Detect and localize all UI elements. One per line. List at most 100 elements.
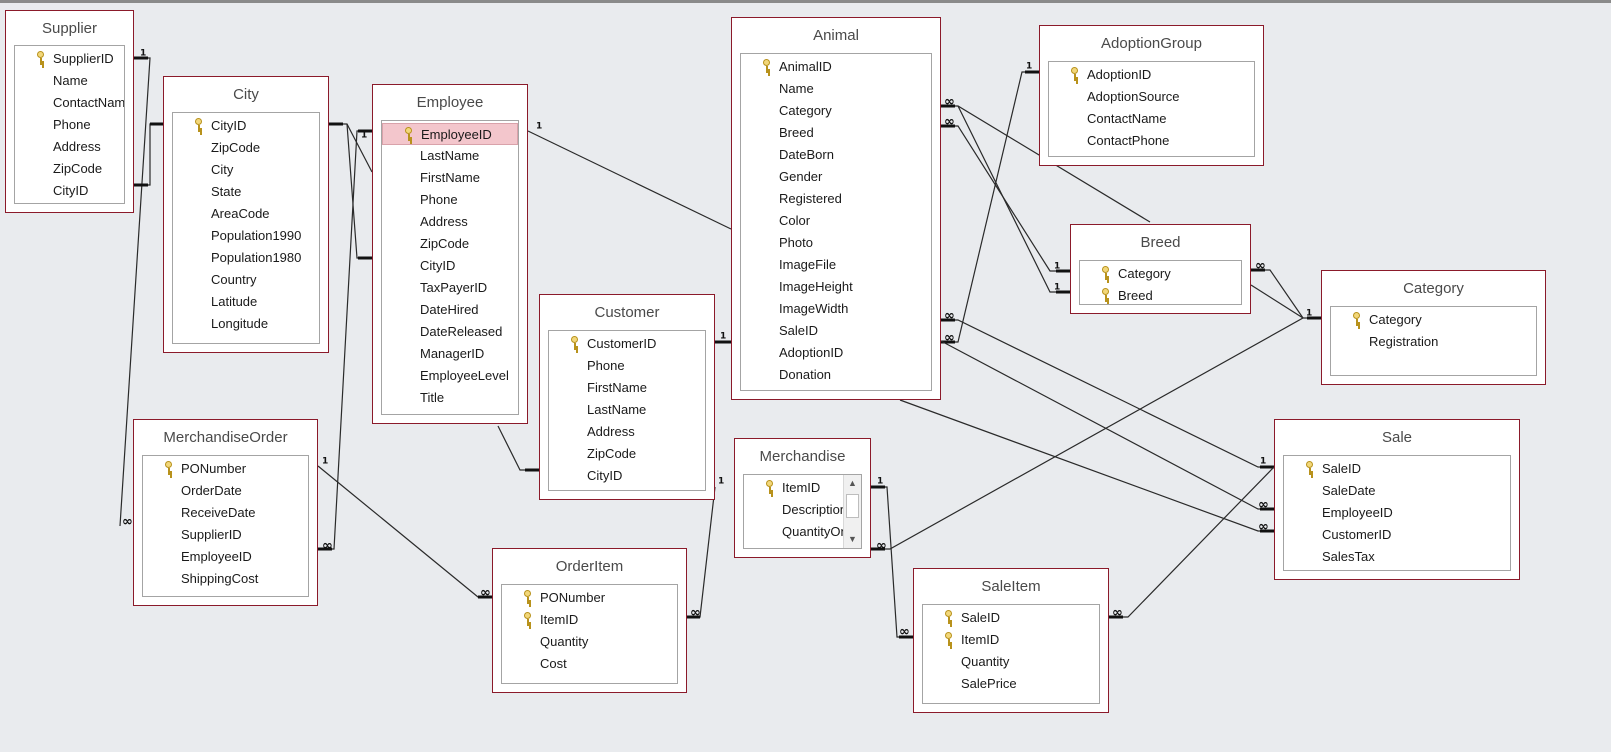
field-list[interactable]: SaleID SaleDate EmployeeID CustomerID SalesT… <box>1283 455 1511 571</box>
field-row[interactable]: SaleID <box>741 320 931 342</box>
table-title[interactable]: Customer <box>540 304 714 321</box>
field-list[interactable]: PONumber ItemID Quantity Cost <box>501 584 678 684</box>
table-title[interactable]: Merchandise <box>735 448 870 465</box>
field-list[interactable]: SupplierID Name ContactName Phone Address Zip… <box>14 45 125 204</box>
field-row[interactable]: EmployeeID <box>1284 502 1510 524</box>
field-row[interactable]: Registered <box>741 188 931 210</box>
field-row[interactable]: Population1980 <box>173 247 319 269</box>
field-row[interactable]: CityID <box>549 465 705 487</box>
table-title[interactable]: Animal <box>732 27 940 44</box>
field-row[interactable]: EmployeeID <box>143 546 308 568</box>
table-title[interactable]: Supplier <box>6 20 133 37</box>
field-row[interactable]: TaxPayerID <box>382 277 518 299</box>
field-list[interactable]: AdoptionID AdoptionSource ContactName Conta… <box>1048 61 1255 157</box>
relationship-line[interactable] <box>317 465 492 598</box>
field-row[interactable]: CityID <box>382 255 518 277</box>
table-category[interactable]: Category Category Registration <box>1321 270 1546 385</box>
table-merchandise-order[interactable]: MerchandiseOrder PONumber OrderDate Receive… <box>133 419 318 606</box>
relationship-line[interactable] <box>941 319 1274 468</box>
field-row[interactable]: SaleID <box>1284 458 1510 480</box>
field-row[interactable]: PONumber <box>502 587 677 609</box>
field-row[interactable]: ListPrice <box>744 543 844 548</box>
field-row[interactable]: Photo <box>741 232 931 254</box>
field-row[interactable]: ShippingCost <box>143 568 308 590</box>
field-row[interactable]: Phone <box>382 189 518 211</box>
field-row[interactable]: SupplierID <box>143 524 308 546</box>
field-row[interactable]: Country <box>173 269 319 291</box>
field-row[interactable]: QuantityOnHand <box>744 521 861 543</box>
table-employee[interactable]: Employee EmployeeID LastName FirstName Phone… <box>372 84 528 424</box>
field-row[interactable]: Description <box>744 499 847 521</box>
field-row[interactable]: AdoptionID <box>1049 64 1254 86</box>
field-row[interactable]: Phone <box>15 114 124 136</box>
field-list[interactable]: PONumber OrderDate ReceiveDate SupplierID Em… <box>142 455 309 597</box>
relationship-line[interactable] <box>1251 269 1304 319</box>
field-row[interactable]: DateReleased <box>382 321 518 343</box>
field-row[interactable]: ZipCode <box>173 137 319 159</box>
field-row[interactable]: CityID <box>173 115 319 137</box>
field-row[interactable]: Title <box>382 387 518 409</box>
field-row[interactable]: EmployeeLevel <box>382 365 518 387</box>
scroll-down-icon[interactable]: ▼ <box>844 531 861 548</box>
field-list[interactable]: ItemID Description QuantityOnHandListPrice… <box>743 474 862 549</box>
table-title[interactable]: AdoptionGroup <box>1040 35 1263 52</box>
field-row[interactable]: ItemID <box>502 609 677 631</box>
field-row[interactable]: SaleID <box>923 607 1099 629</box>
field-row[interactable]: Address <box>549 421 705 443</box>
field-row[interactable]: ZipCode <box>15 158 124 180</box>
field-row[interactable]: CustomerID <box>549 333 705 355</box>
table-animal[interactable]: Animal AnimalID Name Category Breed DateBorn G… <box>731 17 941 400</box>
relationship-line[interactable] <box>1109 466 1275 618</box>
field-list[interactable]: CityID ZipCode City State AreaCode Population… <box>172 112 320 344</box>
field-row[interactable]: Gender <box>741 166 931 188</box>
field-row[interactable]: Breed <box>741 122 931 144</box>
field-row[interactable]: City <box>173 159 319 181</box>
field-row[interactable]: Name <box>741 78 931 100</box>
relationship-line[interactable] <box>941 71 1039 343</box>
field-row[interactable]: Cost <box>502 653 677 675</box>
field-row[interactable]: Population1990 <box>173 225 319 247</box>
field-row[interactable]: Name <box>15 70 124 92</box>
field-row[interactable]: Category <box>741 100 931 122</box>
table-breed[interactable]: Breed Category Breed <box>1070 224 1251 314</box>
vertical-scrollbar[interactable]: ▲ ▼ <box>843 475 861 548</box>
table-title[interactable]: SaleItem <box>914 578 1108 595</box>
field-row[interactable]: SalePrice <box>923 673 1099 695</box>
table-title[interactable]: Category <box>1322 280 1545 297</box>
field-row[interactable]: ItemID <box>923 629 1099 651</box>
field-row[interactable]: ContactName <box>1049 108 1254 130</box>
field-row[interactable]: ContactName <box>15 92 124 114</box>
table-title[interactable]: City <box>164 86 328 103</box>
field-row[interactable]: ManagerID <box>382 343 518 365</box>
field-row[interactable]: Quantity <box>923 651 1099 673</box>
field-row[interactable]: FirstName <box>382 167 518 189</box>
field-list[interactable]: CustomerID Phone FirstName LastName Address Z… <box>548 330 706 491</box>
field-row[interactable]: Category <box>1080 263 1241 285</box>
relationship-line[interactable] <box>871 486 913 638</box>
field-row[interactable]: Category <box>1331 309 1536 331</box>
table-customer[interactable]: Customer CustomerID Phone FirstName LastName… <box>539 294 715 500</box>
field-list[interactable]: Category Breed <box>1079 260 1242 305</box>
field-row[interactable]: Donation <box>741 364 931 386</box>
field-list[interactable]: EmployeeID LastName FirstName Phone Address Z… <box>381 120 519 415</box>
field-row[interactable]: CityID <box>15 180 124 202</box>
field-row[interactable]: ImageWidth <box>741 298 931 320</box>
table-city[interactable]: City CityID ZipCode City State AreaCode Popula… <box>163 76 329 353</box>
field-row[interactable]: ZipCode <box>382 233 518 255</box>
field-row[interactable]: SaleDate <box>1284 480 1510 502</box>
field-row[interactable]: Color <box>741 210 931 232</box>
field-list[interactable]: SaleID ItemID Quantity SalePrice <box>922 604 1100 704</box>
field-row[interactable]: CustomerID <box>1284 524 1510 546</box>
field-row[interactable]: LastName <box>549 399 705 421</box>
field-row[interactable]: SalesTax <box>1284 546 1510 568</box>
table-title[interactable]: Breed <box>1071 234 1250 251</box>
table-merchandise[interactable]: Merchandise ItemID Description QuantityOnHa… <box>734 438 871 558</box>
relationship-line[interactable] <box>940 340 1274 510</box>
table-title[interactable]: OrderItem <box>493 558 686 575</box>
relationship-line[interactable] <box>527 130 732 230</box>
field-list[interactable]: AnimalID Name Category Breed DateBorn Gender R… <box>740 53 932 391</box>
table-supplier[interactable]: Supplier SupplierID Name ContactName Phone Ad… <box>5 10 134 213</box>
scroll-thumb[interactable] <box>846 494 859 518</box>
field-row[interactable]: EmployeeID <box>382 123 518 145</box>
field-row[interactable]: AdoptionSource <box>1049 86 1254 108</box>
